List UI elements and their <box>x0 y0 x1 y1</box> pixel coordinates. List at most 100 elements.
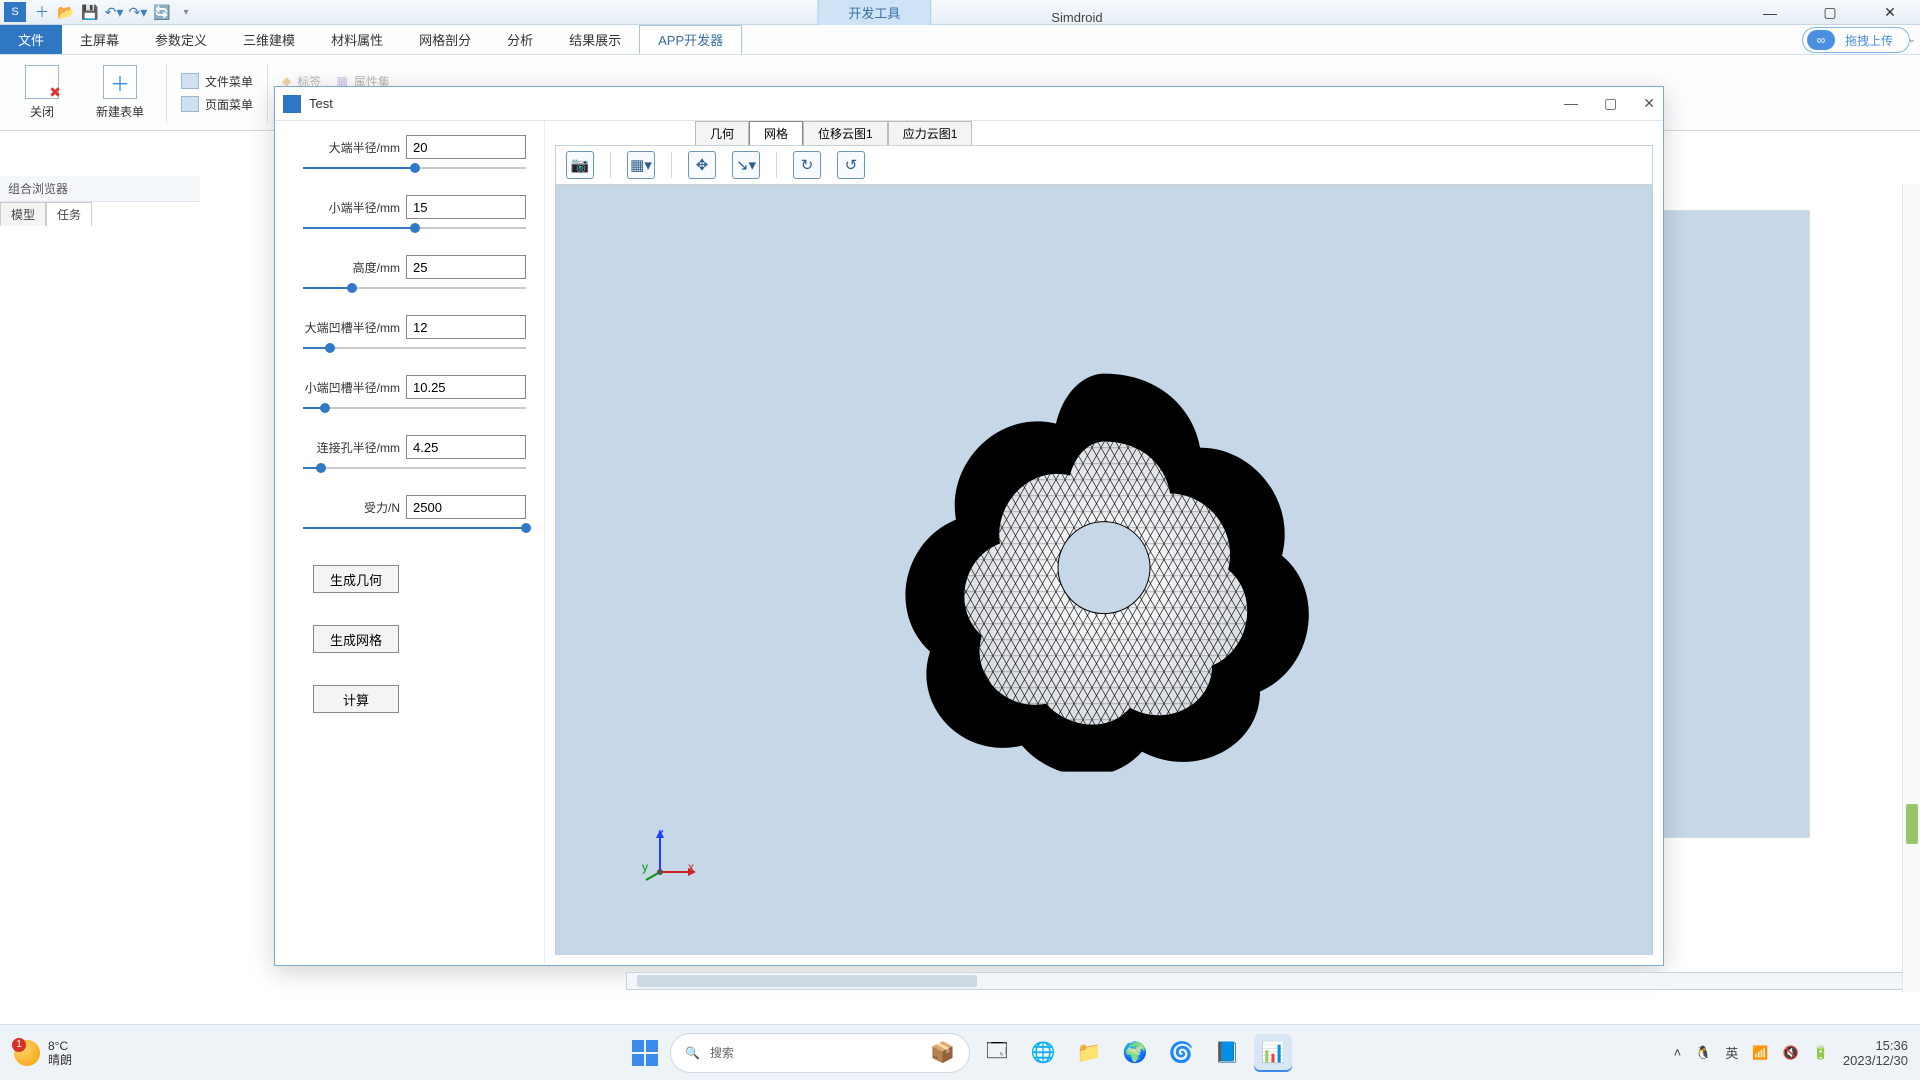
param-slider[interactable] <box>303 463 526 473</box>
param-slider[interactable] <box>303 283 526 293</box>
ribbon-filemenu-button[interactable]: 文件菜单 <box>181 73 253 90</box>
qat-open-icon[interactable]: 📂 <box>55 2 77 22</box>
param-input[interactable] <box>406 255 526 279</box>
qat-more-icon[interactable]: ▾ <box>175 2 197 22</box>
child-window-test: Test — ▢ ✕ 大端半径/mm小端半径/mm高度/mm大端凹槽半径/mm小… <box>274 86 1664 966</box>
taskbar-app-globe[interactable]: 🌍 <box>1116 1034 1154 1072</box>
tab-app-dev[interactable]: APP开发器 <box>639 25 742 54</box>
tray-wifi-icon[interactable]: 📶 <box>1752 1045 1768 1061</box>
tab-material[interactable]: 材料属性 <box>313 25 401 54</box>
qat-save-icon[interactable]: 💾 <box>79 2 101 22</box>
param-input[interactable] <box>406 135 526 159</box>
ribbon-close-button[interactable]: ✖ 关闭 <box>10 59 74 127</box>
param-input[interactable] <box>406 315 526 339</box>
mesh-object <box>894 352 1314 772</box>
taskbar: 1 8°C 晴朗 🔍 搜索 📦 🗔 🌐 📁 🌍 🌀 📘 📊 ˄ 🐧 英 📶 🔇 … <box>0 1024 1920 1080</box>
tray-chevron-icon[interactable]: ˄ <box>1674 1045 1682 1060</box>
tray-battery-icon[interactable]: 🔋 <box>1813 1045 1829 1061</box>
action-gen_mesh[interactable]: 生成网格 <box>313 625 399 653</box>
cloud-icon: ∞ <box>1807 30 1835 50</box>
taskbar-search[interactable]: 🔍 搜索 📦 <box>670 1033 970 1073</box>
param-input[interactable] <box>406 435 526 459</box>
ribbon-newform-label: 新建表单 <box>96 103 144 120</box>
background-viewport <box>1660 210 1810 838</box>
tray-clock[interactable]: 15:36 2023/12/30 <box>1843 1038 1908 1068</box>
view-tab-mesh[interactable]: 网格 <box>749 121 803 145</box>
qat-new-icon[interactable]: ＋ <box>31 2 53 22</box>
param-slider[interactable] <box>303 403 526 413</box>
parameter-panel: 大端半径/mm小端半径/mm高度/mm大端凹槽半径/mm小端凹槽半径/mm连接孔… <box>275 121 545 965</box>
child-window-titlebar[interactable]: Test — ▢ ✕ <box>275 87 1663 121</box>
tab-analysis[interactable]: 分析 <box>489 25 551 54</box>
tab-results[interactable]: 结果展示 <box>551 25 639 54</box>
rotate-ccw-icon[interactable]: ↺ <box>837 151 865 179</box>
dock-tab-model[interactable]: 模型 <box>0 202 46 226</box>
taskbar-app-edge[interactable]: 🌐 <box>1024 1034 1062 1072</box>
tray-volume-icon[interactable]: 🔇 <box>1783 1045 1799 1061</box>
pagemenu-icon <box>181 96 199 112</box>
action-gen_geom[interactable]: 生成几何 <box>313 565 399 593</box>
filemenu-icon <box>181 73 199 89</box>
qat-redo-icon[interactable]: ↷▾ <box>127 2 149 22</box>
tray-ime[interactable]: 英 <box>1725 1043 1738 1062</box>
window-minimize-button[interactable]: — <box>1740 0 1800 25</box>
param-input[interactable] <box>406 375 526 399</box>
view-tab-stress[interactable]: 应力云图1 <box>888 121 973 145</box>
axis-select-icon[interactable]: ↘▾ <box>732 151 760 179</box>
tray-date: 2023/12/30 <box>1843 1053 1908 1068</box>
ribbon-expand-icon[interactable]: ⌄ <box>1908 34 1916 45</box>
context-tab-devtools[interactable]: 开发工具 <box>817 0 931 25</box>
tab-home[interactable]: 主屏幕 <box>62 25 137 54</box>
taskbar-app-simdroid[interactable]: 📊 <box>1254 1034 1292 1072</box>
taskbar-app-swirl[interactable]: 🌀 <box>1162 1034 1200 1072</box>
param-slider[interactable] <box>303 163 526 173</box>
toolbar-separator <box>776 152 777 178</box>
window-maximize-button[interactable]: ▢ <box>1800 0 1860 25</box>
param-6: 受力/N <box>303 495 526 533</box>
param-input[interactable] <box>406 195 526 219</box>
tab-3d[interactable]: 三维建模 <box>225 25 313 54</box>
filemenu-label: 文件菜单 <box>205 73 253 90</box>
child-max-button[interactable]: ▢ <box>1604 95 1617 112</box>
param-label: 大端凹槽半径/mm <box>305 319 400 336</box>
view-tab-geom[interactable]: 几何 <box>695 121 749 145</box>
action-compute[interactable]: 计算 <box>313 685 399 713</box>
child-min-button[interactable]: — <box>1564 95 1578 112</box>
main-horizontal-scrollbar[interactable] <box>626 972 1904 990</box>
scrollbar-thumb[interactable] <box>1906 804 1918 844</box>
param-4: 小端凹槽半径/mm <box>303 375 526 413</box>
child-close-button[interactable]: ✕ <box>1643 95 1655 112</box>
tab-file[interactable]: 文件 <box>0 25 62 54</box>
drag-upload-button[interactable]: ∞ 拖拽上传 <box>1802 27 1910 53</box>
fit-view-icon[interactable]: ✥ <box>688 151 716 179</box>
taskbar-app-book[interactable]: 📘 <box>1208 1034 1246 1072</box>
ribbon-separator <box>166 63 167 123</box>
viewport-panel: 几何 网格 位移云图1 应力云图1 📷 ▦▾ ✥ ↘▾ ↻ ↺ <box>545 121 1663 965</box>
param-slider[interactable] <box>303 223 526 233</box>
quick-access-toolbar: S ＋ 📂 💾 ↶▾ ↷▾ 🔄 ▾ 开发工具 Simdroid — ▢ ✕ <box>0 0 1920 25</box>
dock-tab-task[interactable]: 任务 <box>46 202 92 226</box>
taskbar-weather[interactable]: 1 8°C 晴朗 <box>0 1039 86 1067</box>
start-button[interactable] <box>628 1036 662 1070</box>
param-slider[interactable] <box>303 523 526 533</box>
tab-mesh[interactable]: 网格剖分 <box>401 25 489 54</box>
taskbar-app-explorer[interactable]: 📁 <box>1070 1034 1108 1072</box>
system-tray[interactable]: ˄ 🐧 英 📶 🔇 🔋 15:36 2023/12/30 <box>1674 1038 1908 1068</box>
ribbon-pagemenu-button[interactable]: 页面菜单 <box>181 96 253 113</box>
scrollbar-thumb[interactable] <box>637 975 977 987</box>
param-slider[interactable] <box>303 343 526 353</box>
ribbon-newform-button[interactable]: ＋ 新建表单 <box>88 59 152 127</box>
tray-qq-icon[interactable]: 🐧 <box>1695 1045 1711 1061</box>
3d-viewport[interactable]: z x y <box>555 185 1653 955</box>
window-close-button[interactable]: ✕ <box>1860 0 1920 25</box>
param-input[interactable] <box>406 495 526 519</box>
main-vertical-scrollbar[interactable] <box>1902 184 1920 992</box>
rotate-cw-icon[interactable]: ↻ <box>793 151 821 179</box>
tab-params[interactable]: 参数定义 <box>137 25 225 54</box>
qat-refresh-icon[interactable]: 🔄 <box>151 2 173 22</box>
taskbar-app-taskview[interactable]: 🗔 <box>978 1034 1016 1072</box>
snapshot-icon[interactable]: 📷 <box>566 151 594 179</box>
qat-undo-icon[interactable]: ↶▾ <box>103 2 125 22</box>
view-tab-disp[interactable]: 位移云图1 <box>803 121 888 145</box>
view-cube-icon[interactable]: ▦▾ <box>627 151 655 179</box>
